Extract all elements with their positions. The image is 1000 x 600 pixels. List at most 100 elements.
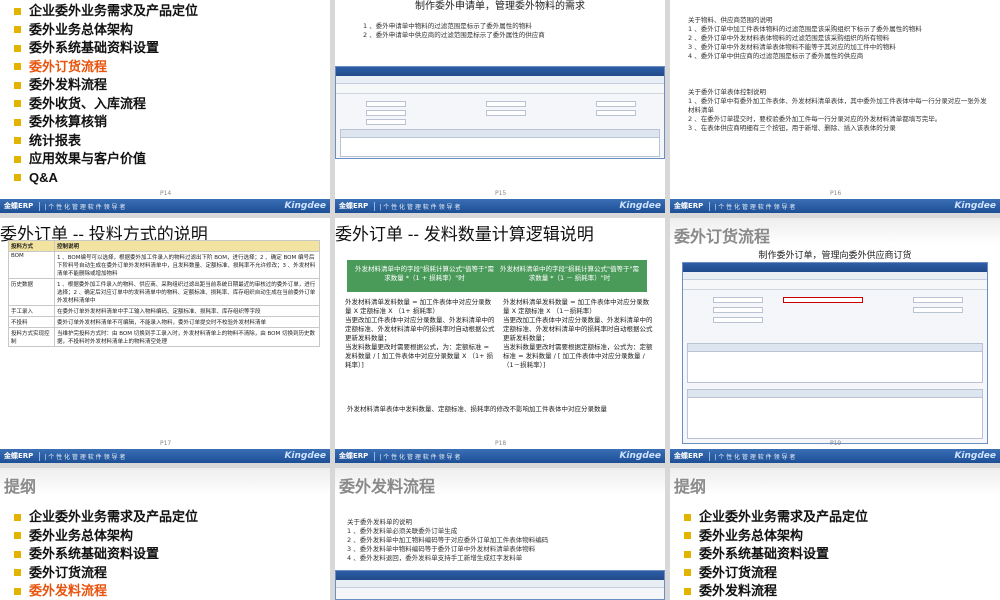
- table-cell: 1 、BOM编号可以选择，根据委外加工件录入的物料过滤出下阶 BOM，进行选择；…: [54, 251, 320, 279]
- page-number: P15: [495, 190, 507, 197]
- slide-issue-flow[interactable]: 委外发料流程 关于委外发料单的说明 1 、委外发料单必须关联委外订单生成 2 、委…: [335, 468, 665, 600]
- outline-item-label: Q&A: [29, 169, 58, 185]
- outline-item: 委外发料流程: [14, 582, 198, 600]
- outline-list: 企业委外业务需求及产品定位 委外业务总体架构委外系统基础资料设置 委外订货流程委外发…: [14, 2, 198, 187]
- bullet-square-icon: [14, 63, 21, 71]
- slide-order-flow[interactable]: 委外订货流程 制作委外订单，管理向委外供应商订货 P19 金蝶ERP | 个 性 …: [670, 218, 1000, 463]
- outline-item-label: 委外系统基础资料设置: [29, 40, 160, 55]
- bullet-square-icon: [14, 7, 21, 15]
- table-row: 历史数据 1 、根据委外加工件录入的物料、供应商、采购组织过滤出距当前系统日期最近…: [8, 278, 320, 306]
- outline-item: 委外系统基础资料设置: [14, 39, 198, 58]
- outline-item: 统计报表: [14, 132, 198, 151]
- outline-item: 委外业务总体架构: [684, 527, 868, 546]
- page-number: P19: [830, 440, 842, 447]
- notes: 关于委外发料单的说明 1 、委外发料单必须关联委外订单生成 2 、委外发料单中加工…: [347, 518, 549, 562]
- outline-item: 委外业务总体架构: [14, 21, 198, 40]
- outline-item: 委外订货流程: [14, 58, 198, 77]
- outline-item: Q&A: [14, 169, 198, 188]
- outline-item-label: 企业委外业务需求及产品定位: [29, 509, 199, 524]
- outline-item: 委外系统基础资料设置: [14, 545, 198, 564]
- outline-item-label: 应用效果与客户价值: [29, 151, 147, 166]
- slide-title: 委外订单 -- 发料数量计算逻辑说明: [335, 225, 594, 244]
- outline-item: 委外订货流程: [14, 564, 198, 583]
- slide-title: 提纲: [670, 468, 1000, 496]
- outline-item-label: 委外系统基础资料设置: [29, 546, 160, 561]
- slide-grid: 企业委外业务需求及产品定位 委外业务总体架构 委外系统基础资料设置 委外订货流程 委外发…: [0, 0, 1000, 600]
- outline-item-label: 委外发料流程: [699, 583, 778, 598]
- outline-item-label: 统计报表: [29, 132, 82, 148]
- outline-item-label: 委外业务总体架构: [29, 21, 134, 37]
- table-cell: 不投料: [8, 316, 55, 328]
- page-number: P18: [495, 440, 507, 447]
- outline-item: 委外核算核销: [14, 113, 198, 132]
- formula-columns: 外发材料清单发料数量 = 加工件表体中对应分录数量 X 定额标准 X （1+ 损…: [345, 298, 653, 369]
- bullet-square-icon: [14, 174, 21, 182]
- bullet-square-icon: [684, 587, 691, 595]
- table-cell: BOM: [8, 251, 55, 279]
- outline-item-label: 委外订货流程: [699, 564, 778, 580]
- slide-outline-1[interactable]: 企业委外业务需求及产品定位 委外业务总体架构委外系统基础资料设置 委外订货流程委外发…: [0, 0, 330, 213]
- table-cell: 委外订单外发材料清单不可编辑，不能录入物料，委外订单提交时不校验外发材料清单: [54, 316, 320, 328]
- outline-item-label: 委外订货流程: [29, 58, 108, 74]
- slide-feeding-method[interactable]: 委外订单 -- 投料方式的说明 投料方式 控制说明 BOM 1 、BOM编号可以选择，…: [0, 218, 330, 463]
- slide-title: 委外发料流程: [335, 468, 665, 496]
- outline-item-label: 企业委外业务需求及产品定位: [699, 509, 869, 524]
- bullet-square-icon: [684, 532, 691, 540]
- table-cell: 历史数据: [8, 278, 55, 306]
- outline-item: 企业委外业务需求及产品定位: [14, 508, 198, 527]
- outline-item: 委外收货、入库流程: [14, 95, 198, 114]
- slide-footer: 金蝶ERP | 个 性 化 管 理 软 件 领 导 者 Kingdee: [0, 199, 330, 213]
- bullet-square-icon: [14, 532, 21, 540]
- table-header-cell: 投料方式: [8, 240, 55, 252]
- table-cell: 在委外订单外发材料清单中手工输入物料编码、定额标准、损耗率、库存组织等字段: [54, 305, 320, 317]
- bullet-square-icon: [14, 118, 21, 126]
- slide-footer: 金蝶ERP | 个 性 化 管 理 软 件 领 导 者 Kingdee: [670, 449, 1000, 463]
- notes-material-scope: 关于物料、供应商范围的说明 1 、委外订单中加工件表体物料的过滤范围是该采购组织…: [688, 16, 922, 60]
- outline-item-label: 委外业务总体架构: [699, 527, 804, 543]
- slide-requisition[interactable]: 制作委外申请单，管理委外物料的需求 1 、委外申请单中物料的过滤范围是标示了委外…: [335, 0, 665, 213]
- outline-item-label: 委外业务总体架构: [29, 527, 134, 543]
- bullet-square-icon: [684, 569, 691, 577]
- slide-footer: 金蝶ERP | 个 性 化 管 理 软 件 领 导 者 Kingdee: [335, 449, 665, 463]
- table-cell: 当维护完投料方式时：由 BOM 切换到手工录入时，外发材料清单上的物料不清除，由…: [54, 327, 320, 347]
- outline-item-label: 委外收货、入库流程: [29, 95, 147, 111]
- page-number: P14: [160, 190, 172, 197]
- slide-title: 委外订货流程: [670, 218, 1000, 246]
- outline-item-label: 委外订货流程: [29, 564, 108, 580]
- slide-footer: 金蝶ERP | 个 性 化 管 理 软 件 领 导 者 Kingdee: [0, 449, 330, 463]
- bullet-square-icon: [684, 550, 691, 558]
- bullet-square-icon: [14, 587, 21, 595]
- notes: 1 、委外申请单中物料的过滤范围是标示了委外属性的物料 2 、委外申请单中供应商的…: [363, 22, 545, 39]
- outline-item: 委外系统基础资料设置: [684, 545, 868, 564]
- outline-item: 委外发料流程: [14, 76, 198, 95]
- slide-subtitle: 制作委外订单，管理向委外供应商订货: [758, 251, 912, 261]
- slide-footer: 金蝶ERP | 个 性 化 管 理 软 件 领 导 者 Kingdee: [335, 199, 665, 213]
- bullet-square-icon: [14, 550, 21, 558]
- outline-item: 企业委外业务需求及产品定位: [684, 508, 868, 527]
- table-cell: 1 、根据委外加工件录入的物料、供应商、采购组织过滤出距当前系统日期最近的审核过…: [54, 278, 320, 306]
- footer-note: 外发材料清单表体中发料数量、定额标准、损耗率的修改不影响加工件表体中对应分录数量: [347, 405, 607, 413]
- bullet-square-icon: [14, 44, 21, 52]
- slide-subtitle: 制作委外申请单，管理委外物料的需求: [415, 1, 585, 12]
- outline-item-label: 企业委外业务需求及产品定位: [29, 3, 199, 18]
- outline-list: 企业委外业务需求及产品定位 委外业务总体架构委外系统基础资料设置 委外订货流程 委外发…: [684, 508, 868, 600]
- slide-order-notes[interactable]: 关于物料、供应商范围的说明 1 、委外订单中加工件表体物料的过滤范围是该采购组织…: [670, 0, 1000, 213]
- slide-quantity-logic[interactable]: 委外订单 -- 发料数量计算逻辑说明 外发材料清单中的字段"损耗计算公式"值等于…: [335, 218, 665, 463]
- screenshot-order-form: [682, 262, 988, 444]
- bullet-square-icon: [14, 155, 21, 163]
- bullet-square-icon: [14, 81, 21, 89]
- formula-header-box: 外发材料清单中的字段"损耗计算公式"值等于"需求数量 *（1 + 损耗率）"时外…: [347, 260, 647, 292]
- table-row: 不投料 委外订单外发材料清单不可编辑，不能录入物料，委外订单提交时不校验外发材料清…: [8, 316, 320, 328]
- table-row: 手工录入 在委外订单外发材料清单中手工输入物料编码、定额标准、损耗率、库存组织等字…: [8, 305, 320, 317]
- outline-item: 应用效果与客户价值: [14, 150, 198, 169]
- table-row: 投料方式实现控制 当维护完投料方式时：由 BOM 切换到手工录入时，外发材料清单上…: [8, 327, 320, 347]
- slide-footer: 金蝶ERP | 个 性 化 管 理 软 件 领 导 者 Kingdee: [670, 199, 1000, 213]
- slide-outline-2[interactable]: 提纲 企业委外业务需求及产品定位 委外业务总体架构 委外系统基础资料设置 委外订货流程…: [0, 468, 330, 600]
- table-header-cell: 控制说明: [54, 240, 320, 252]
- outline-item-label: 委外核算核销: [29, 114, 108, 129]
- slide-outline-3[interactable]: 提纲 企业委外业务需求及产品定位 委外业务总体架构委外系统基础资料设置 委外订货流程…: [670, 468, 1000, 600]
- table-cell: 手工录入: [8, 305, 55, 317]
- bullet-square-icon: [14, 137, 21, 145]
- page-number: P16: [830, 190, 842, 197]
- page-number: P17: [160, 440, 172, 447]
